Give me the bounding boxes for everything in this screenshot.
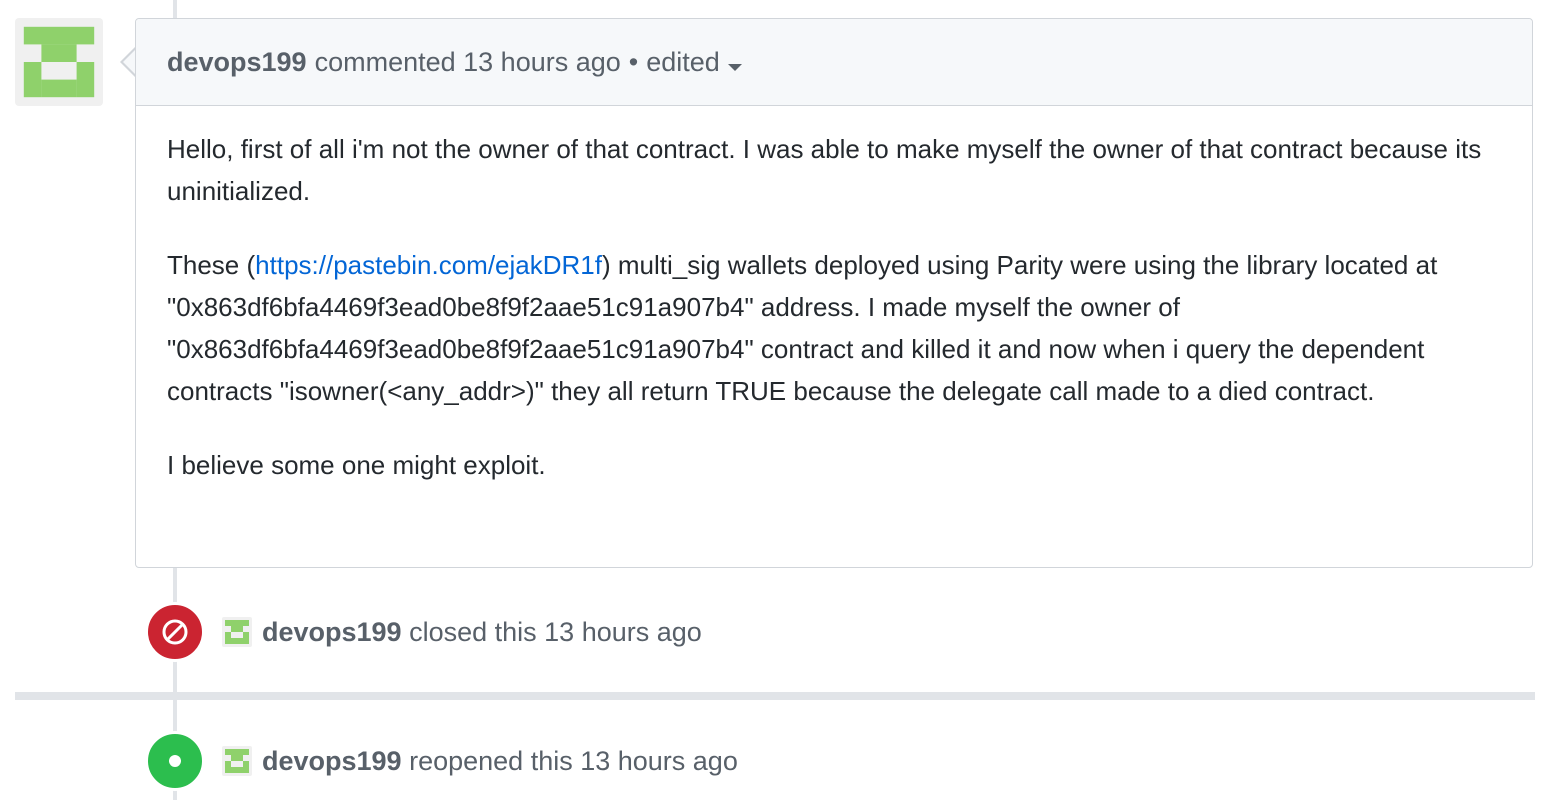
closed-circle-slash-icon <box>145 602 205 662</box>
comment-header: devops199 commented 13 hours ago • edite… <box>136 19 1532 106</box>
identicon-avatar-icon <box>225 620 249 644</box>
comment-paragraph: These (https://pastebin.com/ejakDR1f) mu… <box>167 244 1500 412</box>
edited-label: edited <box>646 46 720 77</box>
pastebin-link[interactable]: https://pastebin.com/ejakDR1f <box>255 250 602 280</box>
caret-down-icon <box>727 63 742 71</box>
avatar[interactable] <box>15 18 103 106</box>
event-author-link[interactable]: devops199 <box>262 617 402 647</box>
event-description: reopened this 13 hours ago <box>409 745 738 776</box>
comment-paragraph: I believe some one might exploit. <box>167 450 546 480</box>
event-author-link[interactable]: devops199 <box>262 746 402 776</box>
timeline-event-reopened: devops199 reopened this 13 hours ago <box>145 731 738 791</box>
comment: devops199 commented 13 hours ago • edite… <box>135 18 1533 568</box>
timeline-divider <box>15 692 1535 700</box>
edited-dropdown[interactable]: edited <box>646 47 742 78</box>
separator-dot: • <box>628 46 639 77</box>
identicon-avatar-icon <box>23 26 95 98</box>
comment-body: Hello, first of all i'm not the owner of… <box>136 106 1532 486</box>
comment-timestamp[interactable]: commented 13 hours ago <box>315 47 621 78</box>
avatar[interactable] <box>222 746 252 776</box>
comment-paragraph: Hello, first of all i'm not the owner of… <box>167 134 1482 206</box>
event-text: devops199 reopened this 13 hours ago <box>262 746 738 777</box>
event-description: closed this 13 hours ago <box>409 616 702 647</box>
text-span: These ( <box>167 250 256 280</box>
event-text: devops199 closed this 13 hours ago <box>262 617 702 648</box>
identicon-avatar-icon <box>225 749 249 773</box>
reopened-dot-icon <box>145 731 205 791</box>
comment-author-link[interactable]: devops199 <box>167 47 307 78</box>
avatar[interactable] <box>222 617 252 647</box>
timeline-event-closed: devops199 closed this 13 hours ago <box>145 602 702 662</box>
